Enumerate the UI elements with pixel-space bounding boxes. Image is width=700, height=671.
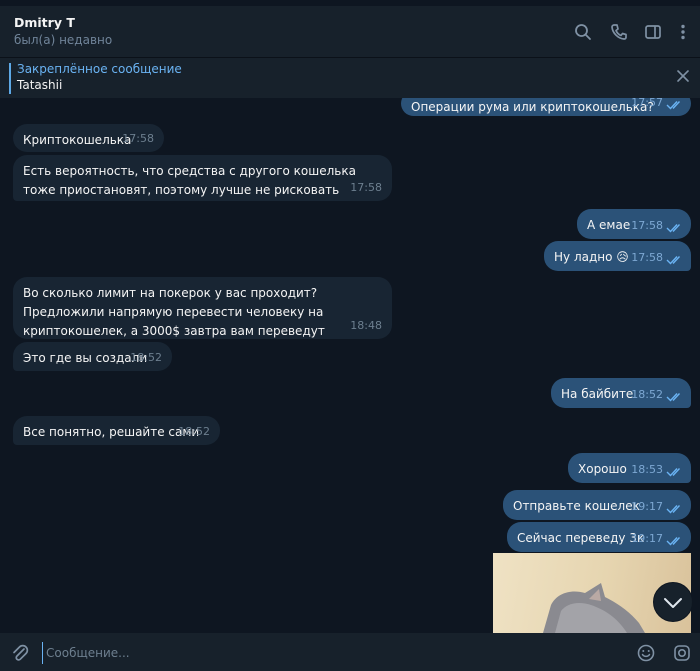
close-icon[interactable] bbox=[676, 69, 690, 83]
message-time: 18:52 bbox=[130, 351, 162, 364]
pinned-message-bar[interactable]: Закреплённое сообщение Tatashii bbox=[0, 57, 700, 98]
message-text: Есть вероятность, что средства с другого… bbox=[23, 164, 356, 197]
camera-icon[interactable] bbox=[672, 643, 692, 663]
message-text: Во сколько лимит на покерок у вас проход… bbox=[23, 286, 325, 338]
message-bubble[interactable]: Хорошо 18:53 bbox=[568, 453, 691, 483]
pinned-accent-bar bbox=[9, 63, 11, 94]
message-time: 17:58 bbox=[631, 251, 663, 264]
message-time: 18:52 bbox=[178, 425, 210, 438]
read-check-icon bbox=[666, 393, 681, 402]
message-text: Это где вы создали bbox=[23, 351, 148, 365]
message-bubble[interactable]: На байбите 18:52 bbox=[551, 378, 691, 408]
attach-icon[interactable] bbox=[10, 643, 30, 663]
message-bubble[interactable]: Сейчас переведу 3к 19:17 bbox=[507, 522, 691, 552]
message-text: Сейчас переведу 3к bbox=[517, 531, 645, 545]
scroll-down-button[interactable] bbox=[653, 582, 693, 622]
read-check-icon bbox=[666, 537, 681, 546]
message-text: Операции рума или криптокошелька? bbox=[411, 100, 654, 114]
message-time: 17:58 bbox=[350, 181, 382, 194]
message-bubble[interactable]: А емае 17:58 bbox=[577, 209, 691, 239]
message-bubble[interactable]: Все понятно, решайте сами 18:52 bbox=[13, 416, 220, 445]
message-text: А емае bbox=[587, 218, 631, 232]
message-text: Все понятно, решайте сами bbox=[23, 425, 200, 439]
message-text: Криптокошелька bbox=[23, 133, 132, 147]
message-bubble[interactable]: Операции рума или криптокошелька? 17:57 bbox=[401, 98, 691, 116]
message-time: 18:48 bbox=[350, 319, 382, 332]
read-check-icon bbox=[666, 101, 681, 110]
emoji-icon[interactable] bbox=[636, 643, 656, 663]
read-check-icon bbox=[666, 468, 681, 477]
message-text: Хорошо bbox=[578, 462, 627, 476]
message-time: 18:53 bbox=[631, 463, 663, 476]
message-bubble[interactable]: Ну ладно 😥 17:58 bbox=[544, 241, 691, 271]
more-icon[interactable] bbox=[673, 22, 693, 42]
message-time: 19:17 bbox=[631, 532, 663, 545]
message-input[interactable] bbox=[42, 642, 608, 664]
message-bubble[interactable]: Отправьте кошелек 19:17 bbox=[503, 490, 691, 520]
read-check-icon bbox=[666, 224, 681, 233]
message-bubble[interactable]: Во сколько лимит на покерок у вас проход… bbox=[13, 277, 392, 339]
pinned-text: Tatashii bbox=[17, 78, 63, 92]
message-list[interactable]: Операции рума или криптокошелька? 17:57 … bbox=[0, 98, 700, 633]
message-composer bbox=[0, 633, 700, 671]
search-icon[interactable] bbox=[573, 22, 593, 42]
chat-header: Dmitry T был(а) недавно bbox=[0, 0, 700, 57]
message-time: 18:52 bbox=[631, 388, 663, 401]
message-bubble[interactable]: Есть вероятность, что средства с другого… bbox=[13, 155, 392, 201]
read-check-icon bbox=[666, 256, 681, 265]
message-text: Ну ладно 😥 bbox=[554, 250, 629, 264]
message-time: 17:58 bbox=[631, 219, 663, 232]
message-text: На байбите bbox=[561, 387, 634, 401]
message-bubble[interactable]: Криптокошелька 17:58 bbox=[13, 124, 164, 152]
read-check-icon bbox=[666, 505, 681, 514]
sidebar-toggle-icon[interactable] bbox=[643, 22, 663, 42]
pinned-title: Закреплённое сообщение bbox=[17, 62, 182, 76]
chat-title[interactable]: Dmitry T bbox=[14, 15, 75, 30]
message-time: 17:58 bbox=[122, 132, 154, 145]
message-time: 17:57 bbox=[631, 98, 663, 109]
message-time: 19:17 bbox=[631, 500, 663, 513]
phone-icon[interactable] bbox=[609, 22, 629, 42]
message-text: Отправьте кошелек bbox=[513, 499, 640, 513]
chat-status: был(а) недавно bbox=[14, 33, 113, 47]
chevron-down-icon bbox=[664, 598, 682, 608]
message-bubble[interactable]: Это где вы создали 18:52 bbox=[13, 342, 172, 371]
